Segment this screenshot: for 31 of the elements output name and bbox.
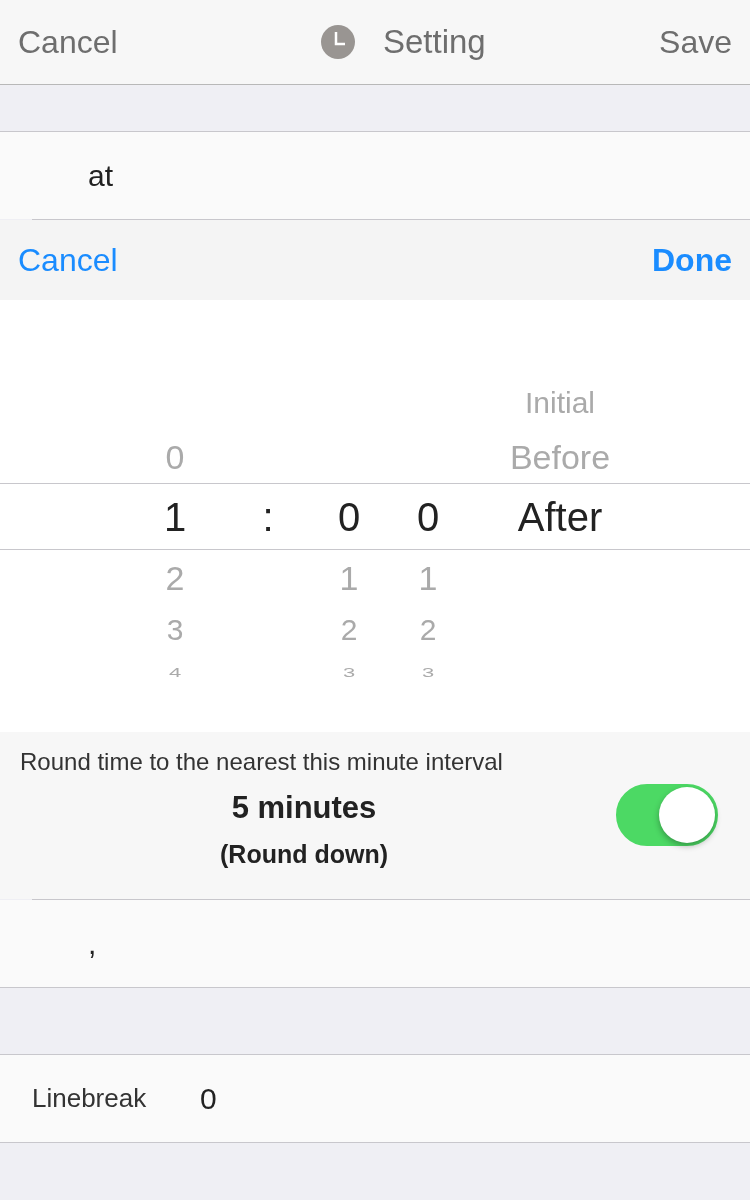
picker-option[interactable]: 3: [342, 665, 356, 680]
text-value[interactable]: at: [88, 158, 114, 193]
picker-option[interactable]: 2: [340, 615, 358, 645]
linebreak-value[interactable]: 0: [200, 1081, 217, 1116]
cancel-button[interactable]: Cancel: [18, 23, 118, 61]
picker-option[interactable]: 3: [421, 665, 435, 680]
picker-option[interactable]: After: [517, 496, 603, 537]
picker-option[interactable]: 3: [166, 615, 184, 645]
rounding-mode: (Round down): [220, 840, 388, 869]
colon-separator: :: [262, 496, 274, 537]
clock-icon: [320, 25, 355, 59]
interval-value: 5 minutes: [231, 790, 377, 826]
cancel-button[interactable]: Cancel: [18, 241, 118, 279]
done-button[interactable]: Done: [652, 241, 732, 279]
picker-option[interactable]: 2: [419, 615, 437, 645]
rounding-toggle[interactable]: [616, 784, 718, 846]
picker-option[interactable]: 0: [165, 439, 185, 474]
picker-option[interactable]: 4: [168, 665, 182, 680]
window-title: Setting: [382, 23, 486, 61]
picker-option[interactable]: Before: [509, 439, 611, 474]
rounding-label: Round time to the nearest this minute interval: [20, 748, 504, 776]
picker-option[interactable]: 1: [418, 560, 438, 595]
linebreak-label: Linebreak: [32, 1083, 148, 1114]
picker-option[interactable]: 0: [416, 496, 440, 537]
picker-option[interactable]: 1: [163, 496, 187, 537]
save-button[interactable]: Save: [659, 23, 732, 61]
text-value[interactable]: ,: [88, 926, 97, 961]
picker-option[interactable]: 0: [337, 496, 361, 537]
picker-option[interactable]: 2: [165, 560, 185, 595]
picker-option[interactable]: 1: [339, 560, 359, 595]
picker-option[interactable]: Initial: [524, 387, 595, 418]
